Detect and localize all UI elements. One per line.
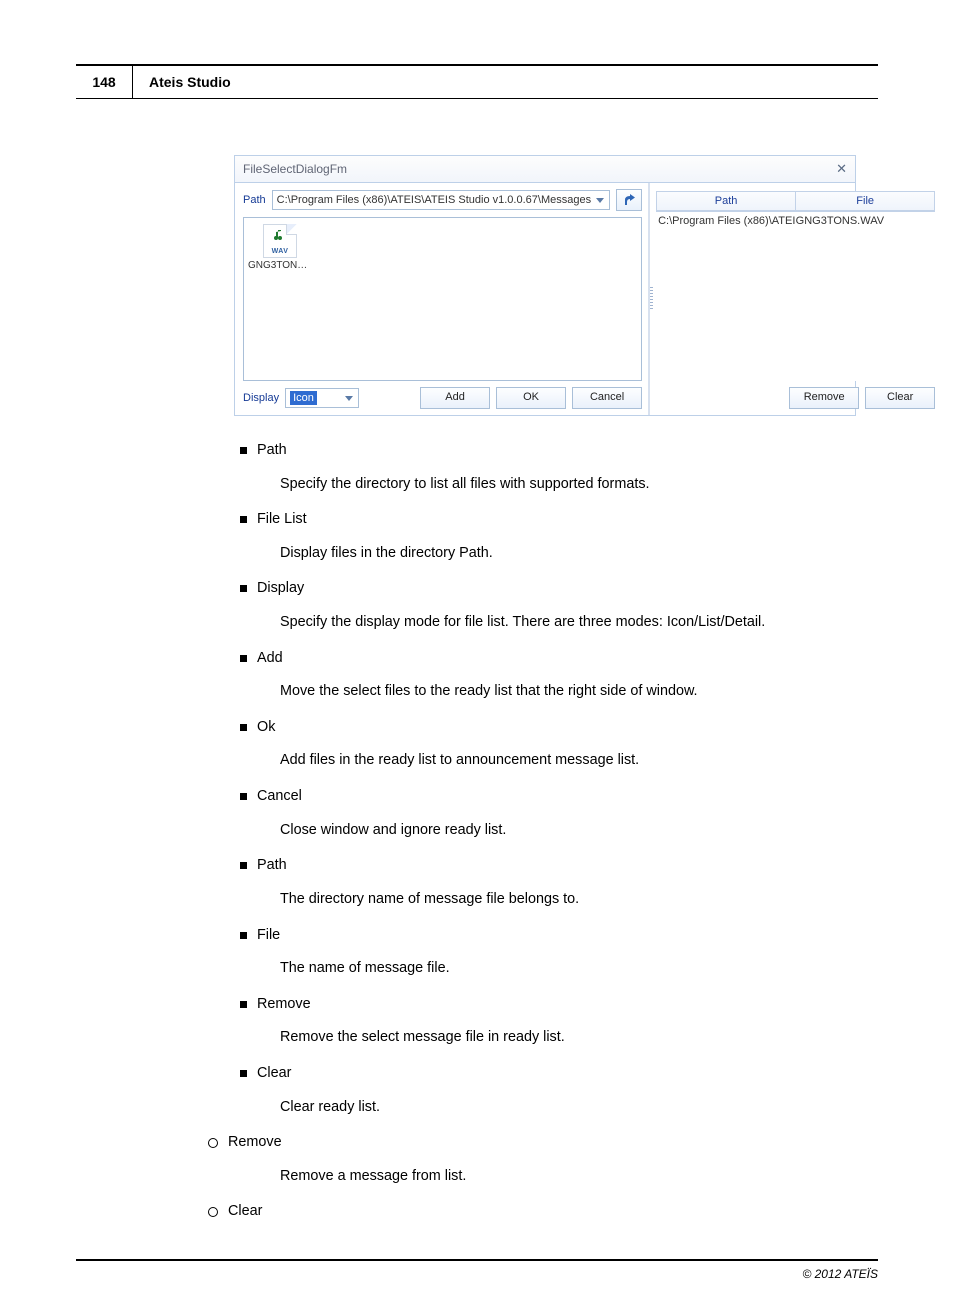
ready-list-row[interactable]: C:\Program Files (x86)\ATEIS\ATEIS GNG3T…	[656, 212, 935, 229]
bullet-description: Move the select files to the ready list …	[280, 681, 878, 703]
bullet-title: Remove	[228, 1132, 282, 1154]
footer-divider	[76, 1259, 878, 1261]
col-header-file[interactable]: File	[796, 191, 935, 211]
bullet-title: Clear	[257, 1063, 291, 1085]
up-directory-button[interactable]	[616, 189, 642, 211]
circle-bullet-item: Remove	[208, 1132, 878, 1154]
square-bullet-icon	[240, 516, 247, 523]
bullet-title: Display	[257, 578, 304, 600]
file-item-label: GNG3TONS...	[248, 260, 312, 271]
dialog-titlebar: FileSelectDialogFm ✕	[235, 156, 855, 183]
path-label: Path	[243, 194, 266, 206]
path-combobox[interactable]: C:\Program Files (x86)\ATEIS\ATEIS Studi…	[272, 190, 610, 210]
music-note-icon	[272, 230, 282, 242]
bullet-title: Path	[257, 855, 287, 877]
square-bullet-icon	[240, 932, 247, 939]
wav-file-icon: WAV	[263, 224, 297, 258]
undo-arrow-icon	[622, 194, 636, 206]
bullet-item: Path	[240, 440, 878, 462]
bullet-title: Cancel	[257, 786, 302, 808]
circle-bullet-icon	[208, 1207, 218, 1217]
add-button[interactable]: Add	[420, 387, 490, 409]
square-bullet-icon	[240, 793, 247, 800]
close-icon[interactable]: ✕	[836, 161, 847, 177]
bullet-item: Add	[240, 648, 878, 670]
dialog-title-text: FileSelectDialogFm	[243, 162, 347, 176]
dialog-left-pane: Path C:\Program Files (x86)\ATEIS\ATEIS …	[235, 183, 648, 415]
square-bullet-icon	[240, 655, 247, 662]
remove-button[interactable]: Remove	[789, 387, 859, 409]
bullet-description: Clear ready list.	[280, 1097, 878, 1119]
square-bullet-icon	[240, 1001, 247, 1008]
square-bullet-icon	[240, 724, 247, 731]
bullet-description: Add files in the ready list to announcem…	[280, 750, 878, 772]
square-bullet-icon	[240, 447, 247, 454]
ready-list-header: Path File	[656, 191, 935, 212]
bullet-description: Specify the directory to list all files …	[280, 474, 878, 496]
bullet-description: Remove a message from list.	[280, 1166, 878, 1188]
bullet-description: Specify the display mode for file list. …	[280, 612, 878, 634]
bullet-item: Cancel	[240, 786, 878, 808]
bullet-title: File List	[257, 509, 307, 531]
bullet-description: The directory name of message file belon…	[280, 889, 878, 911]
bullet-title: Add	[257, 648, 283, 670]
bullet-item: File List	[240, 509, 878, 531]
bullet-item: Ok	[240, 717, 878, 739]
path-value: C:\Program Files (x86)\ATEIS\ATEIS Studi…	[277, 194, 591, 206]
bullet-title: Ok	[257, 717, 275, 739]
bullet-title: Remove	[257, 994, 311, 1016]
bullet-item: Clear	[240, 1063, 878, 1085]
file-select-dialog: FileSelectDialogFm ✕ Path C:\Program Fil…	[234, 155, 856, 416]
page-number: 148	[76, 66, 133, 98]
display-mode-select[interactable]: Icon	[285, 388, 359, 408]
file-list-area[interactable]: WAV GNG3TONS...	[243, 217, 642, 381]
display-label: Display	[243, 392, 279, 404]
bullet-title: Path	[257, 440, 287, 462]
footer-copyright: © 2012 ATEÏS	[76, 1267, 878, 1281]
bullet-description: Close window and ignore ready list.	[280, 820, 878, 842]
cell-path: C:\Program Files (x86)\ATEIS\ATEIS	[658, 215, 796, 227]
file-item[interactable]: WAV GNG3TONS...	[248, 224, 312, 271]
bullet-item: Path	[240, 855, 878, 877]
cancel-button[interactable]: Cancel	[572, 387, 642, 409]
ok-button[interactable]: OK	[496, 387, 566, 409]
square-bullet-icon	[240, 862, 247, 869]
square-bullet-icon	[240, 1070, 247, 1077]
description-list: Path Specify the directory to list all fi…	[240, 440, 878, 1223]
circle-bullet-item: Clear	[208, 1201, 878, 1223]
cell-file: GNG3TONS.WAV	[796, 215, 934, 227]
clear-button[interactable]: Clear	[865, 387, 935, 409]
wav-badge: WAV	[266, 248, 294, 255]
bullet-title: File	[257, 925, 280, 947]
bullet-title: Clear	[228, 1201, 262, 1223]
bullet-item: Remove	[240, 994, 878, 1016]
bullet-item: Display	[240, 578, 878, 600]
dialog-right-pane: Path File C:\Program Files (x86)\ATEIS\A…	[650, 183, 943, 415]
page-header: 148 Ateis Studio	[76, 64, 878, 99]
square-bullet-icon	[240, 585, 247, 592]
page-title: Ateis Studio	[133, 66, 231, 98]
circle-bullet-icon	[208, 1138, 218, 1148]
col-header-path[interactable]: Path	[656, 191, 796, 211]
bullet-description: The name of message file.	[280, 958, 878, 980]
bullet-description: Display files in the directory Path.	[280, 543, 878, 565]
bullet-item: File	[240, 925, 878, 947]
bullet-description: Remove the select message file in ready …	[280, 1027, 878, 1049]
display-mode-value: Icon	[290, 391, 317, 405]
ready-list-body[interactable]: C:\Program Files (x86)\ATEIS\ATEIS GNG3T…	[656, 212, 935, 381]
